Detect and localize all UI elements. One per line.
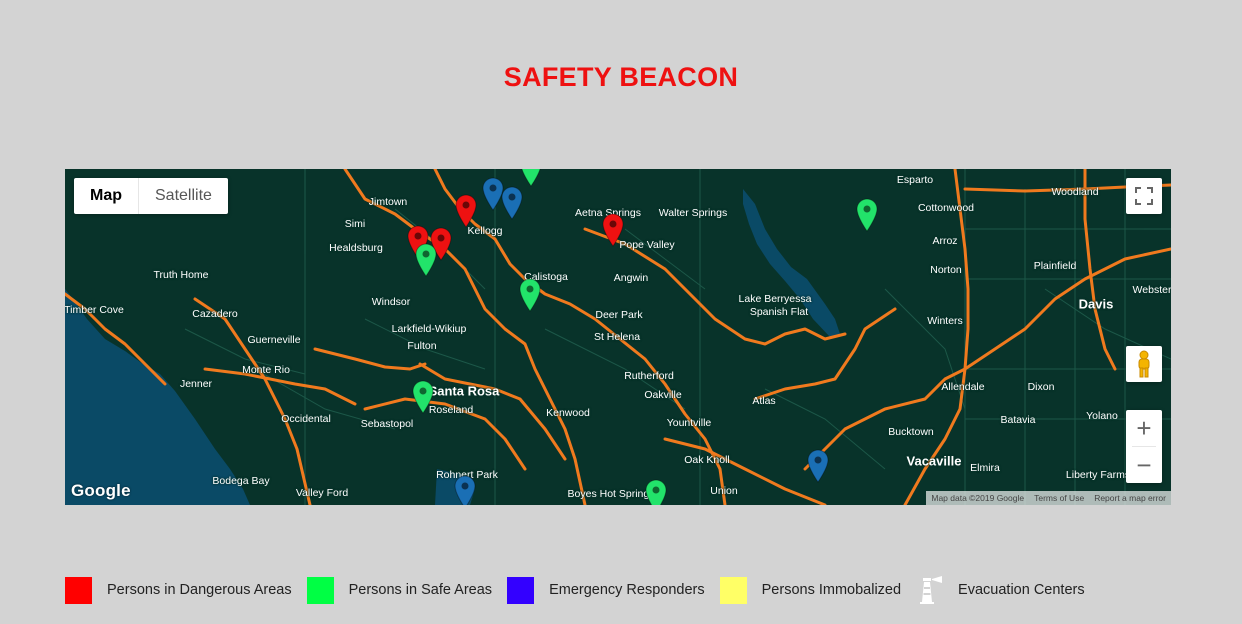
place-label: Yolano: [1086, 410, 1118, 422]
place-label: Vacaville: [906, 453, 962, 469]
place-label: Healdsburg: [329, 242, 383, 254]
place-label: Rutherford: [624, 370, 674, 382]
legend-label: Emergency Responders: [549, 582, 705, 598]
place-label: Allendale: [941, 381, 985, 393]
legend-item-responders: Emergency Responders: [507, 576, 705, 604]
legend-label: Persons in Safe Areas: [348, 582, 493, 598]
place-label: Elmira: [970, 462, 1000, 474]
marker-danger[interactable]: [455, 194, 477, 228]
google-logo: Google: [71, 481, 131, 500]
marker-safe[interactable]: [415, 243, 437, 277]
place-label: Santa Rosa: [428, 383, 500, 399]
place-label: Webster: [1132, 284, 1171, 296]
place-label: Oak Knoll: [684, 454, 730, 466]
place-label: Lake Berryessa: [738, 293, 812, 305]
map-type-map-button[interactable]: Map: [74, 178, 139, 214]
place-label: Boyes Hot Springs: [567, 488, 655, 500]
place-label: Timber Cove: [65, 304, 124, 316]
place-label: Cazadero: [192, 308, 238, 320]
legend: Persons in Dangerous Areas Persons in Sa…: [65, 576, 1100, 604]
map-type-control: Map Satellite: [74, 178, 228, 214]
legend-item-safe: Persons in Safe Areas: [306, 576, 493, 604]
map-data-credit: Map data ©2019 Google: [931, 493, 1025, 503]
ocean: [65, 289, 250, 505]
place-label: Oakville: [644, 389, 682, 401]
lighthouse-icon: [920, 576, 943, 604]
fullscreen-button[interactable]: [1126, 178, 1162, 214]
place-label: Monte Rio: [242, 364, 290, 376]
marker-safe[interactable]: [856, 198, 878, 232]
legend-label: Evacuation Centers: [958, 582, 1085, 598]
legend-label: Persons Immobalized: [761, 582, 902, 598]
place-label: Fulton: [407, 340, 437, 352]
place-label: Kenwood: [546, 407, 590, 419]
legend-swatch-safe: [306, 576, 334, 604]
place-label: Dixon: [1027, 381, 1055, 393]
minor-roads: [184, 169, 1171, 505]
place-label: Occidental: [281, 413, 331, 425]
marker-evacuation[interactable]: [454, 475, 476, 505]
place-label: Guerneville: [247, 334, 301, 346]
place-label: Truth Home: [153, 269, 209, 281]
zoom-out-button[interactable]: −: [1126, 447, 1162, 483]
report-map-error-link[interactable]: Report a map error: [1089, 491, 1171, 505]
place-label: Union: [710, 485, 738, 497]
place-label: Roseland: [428, 404, 474, 416]
marker-safe[interactable]: [645, 479, 667, 505]
street-view-pegman-icon: [1138, 350, 1150, 378]
terms-of-use-link[interactable]: Terms of Use: [1029, 491, 1089, 505]
place-label: Cottonwood: [917, 202, 975, 214]
place-label: Woodland: [1051, 186, 1099, 198]
place-label: Spanish Flat: [749, 306, 809, 318]
place-label: Pope Valley: [619, 239, 675, 251]
marker-danger[interactable]: [602, 213, 624, 247]
legend-label: Persons in Dangerous Areas: [107, 582, 292, 598]
place-label: Walter Springs: [658, 207, 728, 219]
place-label: Bodega Bay: [212, 475, 270, 487]
legend-swatch-immobilized: [719, 576, 747, 604]
marker-safe[interactable]: [519, 278, 541, 312]
place-label: Davis: [1078, 296, 1114, 312]
place-label: Windsor: [371, 296, 411, 308]
place-label: Atlas: [752, 395, 776, 407]
place-label: Angwin: [613, 272, 649, 284]
legend-item-immobilized: Persons Immobalized: [719, 576, 902, 604]
place-label: Winters: [927, 315, 963, 327]
marker-safe[interactable]: [520, 169, 542, 187]
place-label: Sebastopol: [360, 418, 414, 430]
place-label: Deer Park: [595, 309, 643, 321]
place-label: Plainfield: [1033, 260, 1077, 272]
legend-swatch-responders: [507, 576, 535, 604]
place-label: Norton: [930, 264, 962, 276]
place-label: Valley Ford: [295, 487, 349, 499]
place-label: Jimtown: [368, 196, 408, 208]
place-label: Jenner: [179, 378, 213, 390]
zoom-control: + −: [1126, 410, 1162, 483]
legend-swatch-danger: [65, 576, 92, 604]
place-label: Arroz: [932, 235, 958, 247]
place-label: Batavia: [1000, 414, 1036, 426]
map-type-satellite-button[interactable]: Satellite: [139, 178, 228, 214]
legend-item-evacuation: Evacuation Centers: [916, 576, 1085, 604]
place-label: Bucktown: [888, 426, 934, 438]
place-label: Esparto: [896, 174, 934, 186]
legend-item-danger: Persons in Dangerous Areas: [65, 576, 292, 604]
zoom-in-button[interactable]: +: [1126, 410, 1162, 446]
map-attribution: Map data ©2019 Google Terms of Use Repor…: [926, 491, 1171, 505]
marker-safe[interactable]: [412, 380, 434, 414]
fullscreen-icon: [1135, 187, 1153, 205]
place-label: Larkfield-Wikiup: [391, 323, 467, 335]
place-label: Yountville: [666, 417, 712, 429]
place-label: Liberty Farms: [1065, 469, 1131, 481]
map-view[interactable]: Jimtown Simi Healdsburg Kellogg Truth Home Wi…: [65, 169, 1171, 505]
marker-evacuation[interactable]: [807, 449, 829, 483]
street-view-button[interactable]: [1126, 346, 1162, 382]
place-label: St Helena: [593, 331, 641, 343]
page-title: SAFETY BEACON: [503, 62, 739, 92]
marker-evacuation[interactable]: [501, 186, 523, 220]
place-label: Simi: [344, 218, 366, 230]
